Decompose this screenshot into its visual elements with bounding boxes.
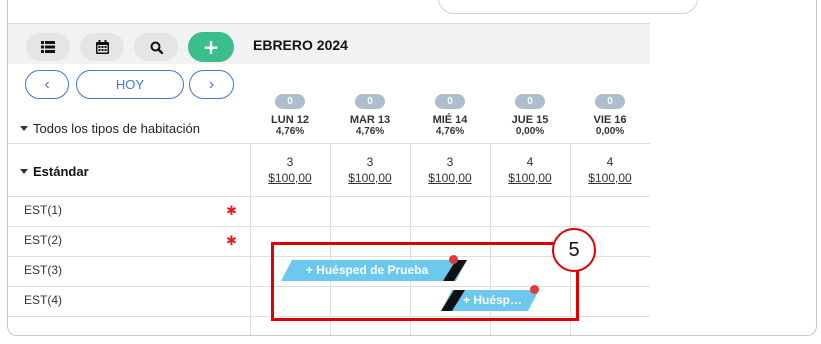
availability-cell: 4 $100,00	[490, 154, 570, 186]
search-button[interactable]	[134, 33, 178, 61]
month-label: EBRERO 2024	[253, 37, 348, 53]
day-header-mon-12: 0 LUN 12 4,76%	[250, 91, 330, 138]
rate-link[interactable]: $100,00	[490, 170, 570, 186]
occupancy-percent: 4,76%	[355, 126, 385, 137]
availability-cell: 3 $100,00	[410, 154, 490, 186]
rate-link[interactable]: $100,00	[250, 170, 330, 186]
annotation-highlight-box	[271, 242, 579, 321]
room-label-est2[interactable]: EST(2)	[24, 233, 62, 247]
occupancy-percent: 0,00%	[515, 126, 545, 137]
day-label: JUE 15	[511, 114, 549, 126]
prev-week-button[interactable]: ‹	[25, 70, 69, 99]
room-label-est3[interactable]: EST(3)	[24, 263, 62, 277]
available-count: 4	[526, 155, 534, 169]
grid-line	[8, 143, 650, 144]
next-week-button[interactable]: ›	[189, 70, 234, 99]
rate-link[interactable]: $100,00	[570, 170, 650, 186]
search-icon	[150, 41, 163, 54]
annotation-step-badge: 5	[552, 228, 596, 272]
availability-cell: 3 $100,00	[330, 154, 410, 186]
caret-down-icon	[20, 126, 28, 131]
calendar-view-button[interactable]	[80, 33, 124, 61]
category-row-label[interactable]: Estándar	[20, 164, 89, 179]
occupancy-badge: 0	[275, 94, 305, 109]
occupancy-percent: 4,76%	[435, 126, 465, 137]
grid-line	[8, 196, 650, 197]
day-label: MAR 13	[349, 114, 391, 126]
day-header-thu-15: 0 JUE 15 0,00%	[490, 91, 570, 138]
day-label: VIE 16	[593, 114, 627, 126]
available-count: 3	[286, 155, 294, 169]
rate-link[interactable]: $100,00	[410, 170, 490, 186]
room-label-est1[interactable]: EST(1)	[24, 203, 62, 217]
top-search-field[interactable]	[438, 0, 698, 14]
room-type-filter[interactable]: Todos los tipos de habitación	[20, 121, 200, 136]
screenshot-frame: EBRERO 2024 + ‹ HOY › Todos los tipos de…	[0, 0, 821, 344]
today-button[interactable]: HOY	[76, 70, 184, 99]
day-header-wed-14: 0 MIÉ 14 4,76%	[410, 91, 490, 138]
day-header-fri-16: 0 VIE 16 0,00%	[570, 91, 650, 138]
occupancy-badge: 0	[355, 94, 385, 109]
caret-down-icon	[20, 169, 28, 174]
list-icon	[41, 41, 55, 53]
room-type-filter-label: Todos los tipos de habitación	[33, 121, 200, 136]
chevron-right-icon: ›	[208, 75, 215, 93]
category-name: Estándar	[33, 164, 89, 179]
plus-icon: +	[202, 35, 220, 59]
day-header-tue-13: 0 MAR 13 4,76%	[330, 91, 410, 138]
available-count: 4	[606, 155, 614, 169]
list-view-button[interactable]	[26, 33, 70, 61]
add-reservation-button[interactable]: +	[188, 32, 234, 62]
calendar-icon	[95, 40, 109, 54]
rate-link[interactable]: $100,00	[330, 170, 410, 186]
asterisk-icon: ✱	[226, 204, 237, 219]
occupancy-percent: 0,00%	[595, 126, 625, 137]
availability-cell: 3 $100,00	[250, 154, 330, 186]
day-label: MIÉ 14	[432, 114, 468, 126]
room-label-est4[interactable]: EST(4)	[24, 293, 62, 307]
available-count: 3	[446, 155, 454, 169]
occupancy-badge: 0	[595, 94, 625, 109]
availability-cell: 4 $100,00	[570, 154, 650, 186]
asterisk-icon: ✱	[226, 234, 237, 249]
occupancy-badge: 0	[515, 94, 545, 109]
today-label: HOY	[115, 77, 145, 92]
browser-window: EBRERO 2024 + ‹ HOY › Todos los tipos de…	[7, 0, 817, 336]
grid-line	[8, 226, 650, 227]
occupancy-badge: 0	[435, 94, 465, 109]
chevron-left-icon: ‹	[44, 75, 50, 93]
day-label: LUN 12	[271, 114, 309, 126]
available-count: 3	[366, 155, 374, 169]
occupancy-percent: 4,76%	[275, 126, 305, 137]
